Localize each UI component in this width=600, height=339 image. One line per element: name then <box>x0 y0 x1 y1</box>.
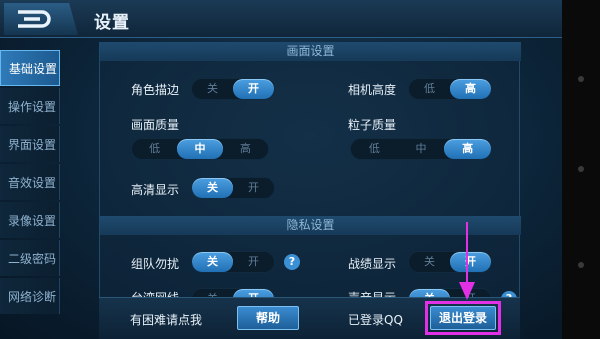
back-button[interactable] <box>4 3 78 35</box>
outline-toggle[interactable]: 关 开 <box>191 78 275 100</box>
back-arrow-icon <box>18 10 51 28</box>
logout-button[interactable]: 退出登录 <box>430 306 496 330</box>
record-display-off-option[interactable]: 关 <box>409 252 450 272</box>
record-display-toggle[interactable]: 关 开 <box>408 251 492 273</box>
camera-height-label: 相机高度 <box>348 83 397 97</box>
outline-off-option[interactable]: 关 <box>192 79 233 99</box>
sidebar-item-recording[interactable]: 录像设置 <box>0 202 60 238</box>
device-dot-2 <box>578 166 584 172</box>
team-dnd-label: 组队勿扰 <box>131 257 180 271</box>
game-settings-screen: 设置 基础设置 操作设置 界面设置 音效设置 录像设置 二级密码 网络诊断 画面… <box>0 0 562 339</box>
help-prompt-text: 有困难请点我 <box>130 313 203 327</box>
camera-height-toggle[interactable]: 低 高 <box>408 78 492 100</box>
sidebar-item-network[interactable]: 网络诊断 <box>0 278 60 314</box>
graphics-quality-mid-option[interactable]: 中 <box>177 139 223 159</box>
hd-display-on-option[interactable]: 开 <box>233 178 274 198</box>
particle-quality-label: 粒子质量 <box>348 118 397 132</box>
team-dnd-off-option[interactable]: 关 <box>192 252 233 272</box>
graphics-quality-selector[interactable]: 低 中 高 <box>131 138 269 160</box>
team-dnd-question-icon[interactable]: ? <box>284 254 300 270</box>
team-dnd-toggle[interactable]: 关 开 <box>191 251 275 273</box>
particle-quality-selector[interactable]: 低 中 高 <box>350 138 492 160</box>
hd-display-toggle[interactable]: 关 开 <box>191 177 275 199</box>
help-button[interactable]: 帮助 <box>237 306 299 330</box>
team-dnd-on-option[interactable]: 开 <box>233 252 274 272</box>
section-header-graphics: 画面设置 <box>100 42 521 61</box>
sidebar-item-secondary-password[interactable]: 二级密码 <box>0 240 60 276</box>
sidebar-item-audio[interactable]: 音效设置 <box>0 164 60 200</box>
login-status-text: 已登录QQ <box>348 313 403 327</box>
graphics-quality-high-option[interactable]: 高 <box>223 139 268 159</box>
record-display-label: 战绩显示 <box>348 257 397 271</box>
header-bar: 设置 <box>0 0 562 38</box>
camera-height-high-option[interactable]: 高 <box>450 79 491 99</box>
particle-quality-mid-option[interactable]: 中 <box>398 139 445 159</box>
particle-quality-low-option[interactable]: 低 <box>351 139 398 159</box>
sidebar-item-interface[interactable]: 界面设置 <box>0 126 60 162</box>
device-side-bar <box>562 0 600 339</box>
hd-display-off-option[interactable]: 关 <box>192 178 233 198</box>
graphics-quality-label: 画面质量 <box>131 118 180 132</box>
outline-on-option[interactable]: 开 <box>233 79 274 99</box>
pointer-arrow-icon <box>459 222 475 300</box>
camera-height-low-option[interactable]: 低 <box>409 79 450 99</box>
outline-label: 角色描边 <box>131 83 180 97</box>
particle-quality-high-option[interactable]: 高 <box>444 139 491 159</box>
hd-display-label: 高清显示 <box>131 183 180 197</box>
sidebar-item-basic[interactable]: 基础设置 <box>0 50 60 86</box>
sidebar-item-controls[interactable]: 操作设置 <box>0 88 60 124</box>
graphics-quality-low-option[interactable]: 低 <box>132 139 177 159</box>
device-dot-3 <box>578 262 584 268</box>
settings-sidebar: 基础设置 操作设置 界面设置 音效设置 录像设置 二级密码 网络诊断 <box>0 50 60 316</box>
page-title: 设置 <box>94 13 130 33</box>
device-dot-1 <box>578 76 584 82</box>
